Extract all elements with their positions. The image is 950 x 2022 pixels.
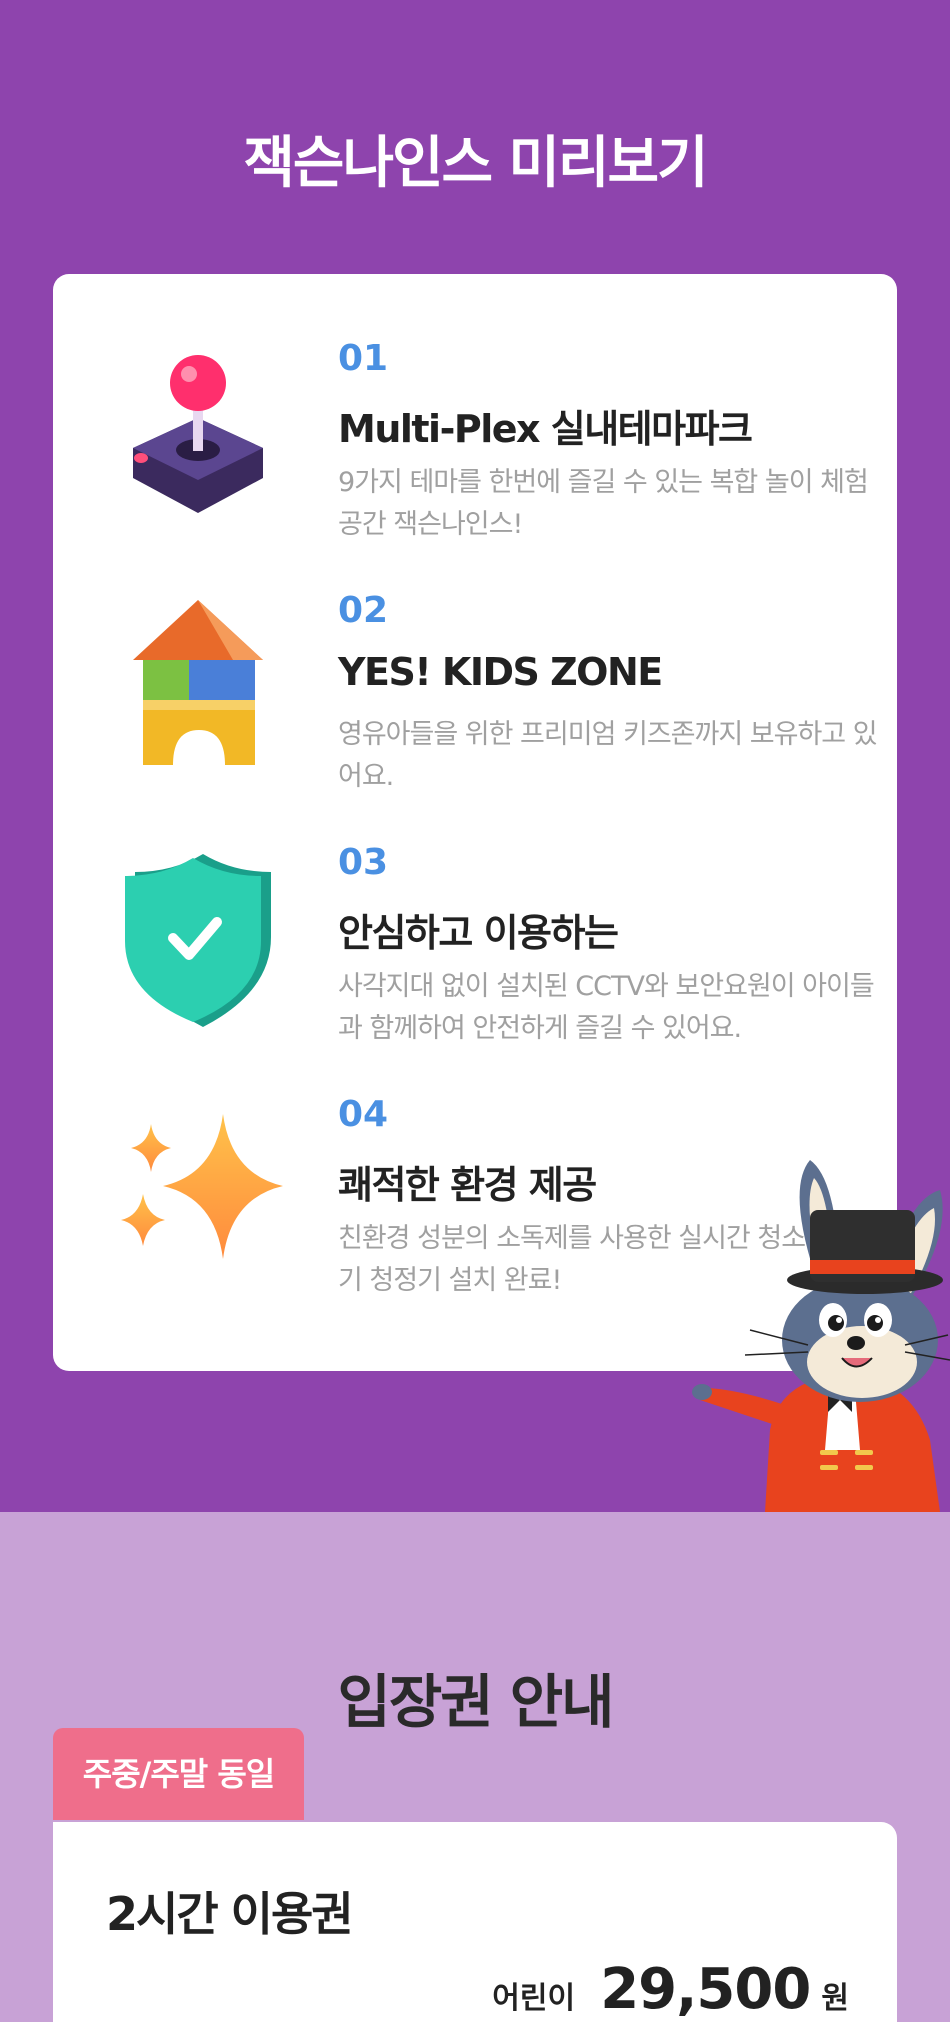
ticket-card: 2시간 이용권 어린이 29,500 원 xyxy=(53,1822,897,2022)
tickets-title: 입장권 안내 xyxy=(337,1668,615,1736)
feature-title: YES! KIDS ZONE xyxy=(338,650,663,694)
ticket-price-unit: 원 xyxy=(821,1981,849,2016)
feature-title: 쾌적한 환경 제공 xyxy=(338,1163,597,1207)
preview-title: 잭슨나인스 미리보기 xyxy=(243,131,708,196)
shield-check-icon xyxy=(125,854,271,1027)
feature-number: 04 xyxy=(338,1094,389,1135)
tickets-section: 입장권 안내 주중/주말 동일 2시간 이용권 어린이 29,500 원 xyxy=(0,1512,950,2022)
sparkles-icon xyxy=(121,1114,283,1259)
feature-number: 02 xyxy=(338,590,389,631)
feature-item: 03 안심하고 이용하는 사각지대 없이 설치된 CCTV와 보안요원이 아이들… xyxy=(53,778,897,1044)
preview-section: 잭슨나인스 미리보기 01 Multi-Plex 실내테마파크 9가지 테마를 … xyxy=(0,0,950,1512)
rabbit-magician-mascot xyxy=(692,1160,950,1512)
ticket-name: 2시간 이용권 xyxy=(106,1887,354,1941)
toy-blocks-icon xyxy=(133,600,263,765)
feature-title: 안심하고 이용하는 xyxy=(338,911,619,955)
feature-title: Multi-Plex 실내테마파크 xyxy=(338,407,753,451)
feature-item: 01 Multi-Plex 실내테마파크 9가지 테마를 한번에 즐길 수 있는… xyxy=(53,274,897,540)
ticket-price: 29,500 xyxy=(600,1957,811,2022)
joystick-icon xyxy=(133,355,263,513)
feature-number: 01 xyxy=(338,338,389,379)
feature-item: 02 YES! KIDS ZONE 영유아들을 위한 프리미엄 키즈존까지 보유… xyxy=(53,526,897,792)
ticket-price-label: 어린이 xyxy=(492,1981,576,2016)
ticket-price-row: 어린이 29,500 원 xyxy=(492,1957,849,2022)
feature-number: 03 xyxy=(338,842,389,883)
weekday-weekend-badge: 주중/주말 동일 xyxy=(53,1728,304,1820)
